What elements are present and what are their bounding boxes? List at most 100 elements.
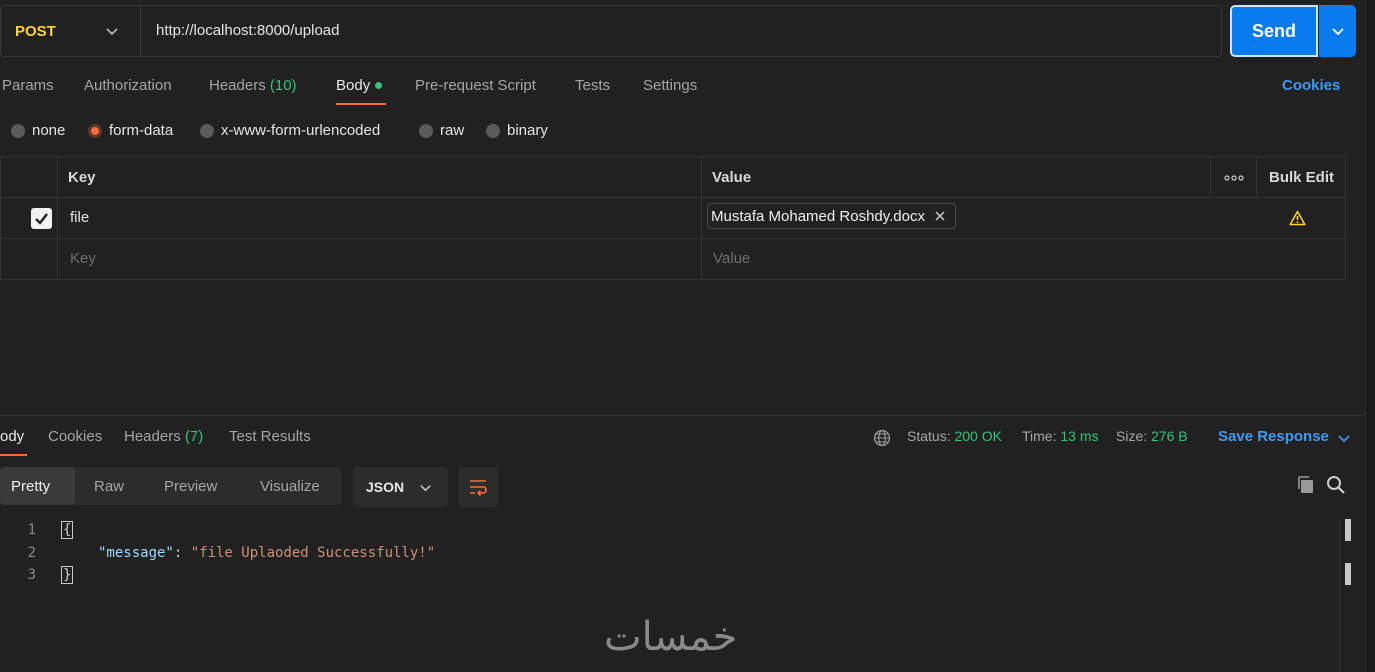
- file-chip[interactable]: Mustafa Mohamed Roshdy.docx: [707, 203, 956, 229]
- radio-indicator: [419, 123, 433, 138]
- save-response-button[interactable]: Save Response: [1218, 428, 1329, 445]
- radio-indicator: [486, 123, 500, 138]
- json-value: "file Uplaoded Successfully!": [190, 545, 436, 561]
- watermark: خمسات: [604, 614, 738, 660]
- method-label: POST: [15, 22, 56, 40]
- status-info: Status: 200 OK: [907, 428, 1002, 444]
- active-tab-indicator: [0, 454, 27, 456]
- close-icon[interactable]: [932, 208, 948, 224]
- value-header: Value: [712, 169, 752, 186]
- row-divider: [1, 238, 1345, 239]
- wrap-lines-icon: [470, 480, 487, 496]
- active-tab-indicator: [336, 103, 386, 105]
- view-mode-selector: Pretty Raw Preview Visualize: [0, 467, 342, 505]
- view-visualize[interactable]: Visualize: [260, 467, 320, 505]
- format-select[interactable]: JSON: [353, 467, 448, 507]
- value-placeholder[interactable]: Value: [713, 250, 750, 267]
- search-icon[interactable]: [1326, 475, 1346, 495]
- response-tab-headers-count: (7): [184, 428, 204, 445]
- line-number: 3: [27, 567, 36, 583]
- response-tab-body[interactable]: ody: [0, 428, 24, 445]
- chevron-down-icon[interactable]: [1337, 431, 1351, 445]
- format-label: JSON: [366, 479, 405, 495]
- copy-icon[interactable]: [1296, 475, 1316, 495]
- form-data-table: Key Value Bulk Edit file Mustafa Mohamed…: [0, 156, 1346, 280]
- tab-authorization[interactable]: Authorization: [84, 77, 172, 94]
- tab-settings[interactable]: Settings: [643, 77, 697, 94]
- radio-label: binary: [507, 122, 548, 139]
- tab-body-label: Body: [336, 77, 371, 94]
- row-divider: [1, 197, 1345, 198]
- send-button[interactable]: Send: [1230, 5, 1318, 57]
- col-divider: [1256, 157, 1257, 197]
- tab-params[interactable]: Params: [2, 77, 54, 94]
- cookies-link[interactable]: Cookies: [1282, 77, 1340, 94]
- tab-headers-count: (10): [269, 77, 297, 94]
- save-response-label: Save Response: [1218, 428, 1329, 445]
- status-label: Status:: [907, 428, 951, 444]
- request-bar: POST http://localhost:8000/upload: [0, 5, 1222, 57]
- time-value: 13 ms: [1060, 428, 1099, 444]
- section-divider: [0, 415, 1365, 416]
- time-info: Time: 13 ms: [1022, 428, 1099, 444]
- tab-tests[interactable]: Tests: [575, 77, 610, 94]
- col-divider: [701, 157, 702, 279]
- chevron-down-icon: [106, 28, 118, 36]
- wrap-lines-button[interactable]: [458, 467, 498, 507]
- status-value: 200 OK: [954, 428, 1002, 444]
- key-placeholder[interactable]: Key: [70, 250, 96, 267]
- response-tab-test-results[interactable]: Test Results: [229, 428, 311, 445]
- tab-pre-request-script[interactable]: Pre-request Script: [415, 77, 536, 94]
- more-options-icon[interactable]: [1224, 175, 1244, 181]
- time-label: Time:: [1022, 428, 1057, 444]
- response-tab-headers[interactable]: Headers (7): [124, 428, 203, 445]
- scrollbar-track: [1339, 518, 1340, 672]
- radio-raw[interactable]: raw: [419, 122, 464, 139]
- warning-icon[interactable]: [1289, 210, 1306, 226]
- url-input[interactable]: http://localhost:8000/upload: [156, 22, 339, 39]
- response-tab-cookies[interactable]: Cookies: [48, 428, 102, 445]
- line-number: 1: [27, 522, 36, 538]
- chevron-down-icon: [420, 484, 431, 491]
- col-divider: [57, 157, 58, 279]
- radio-label: x-www-form-urlencoded: [221, 122, 381, 139]
- json-key: "message": [98, 545, 174, 561]
- globe-icon[interactable]: [873, 429, 891, 447]
- tab-headers[interactable]: Headers (10): [209, 77, 297, 94]
- view-preview[interactable]: Preview: [164, 467, 217, 505]
- radio-indicator: [11, 123, 25, 138]
- json-close-brace: }: [60, 566, 74, 584]
- bulk-edit-button[interactable]: Bulk Edit: [1269, 169, 1334, 186]
- radio-none[interactable]: none: [11, 122, 65, 139]
- radio-label: none: [32, 122, 66, 139]
- scrollbar-thumb[interactable]: [1345, 519, 1351, 541]
- file-name: Mustafa Mohamed Roshdy.docx: [711, 207, 925, 225]
- check-icon: [35, 213, 48, 225]
- view-pretty[interactable]: Pretty: [0, 467, 75, 505]
- view-raw[interactable]: Raw: [94, 467, 124, 505]
- json-colon: :: [173, 545, 191, 561]
- radio-label: form-data: [109, 122, 174, 139]
- size-label: Size:: [1116, 428, 1148, 444]
- col-divider: [1210, 157, 1211, 197]
- size-info: Size: 276 B: [1116, 428, 1188, 444]
- tab-body[interactable]: Body: [336, 77, 383, 94]
- json-line: "message": "file Uplaoded Successfully!": [98, 545, 435, 561]
- response-tab-headers-label: Headers: [124, 428, 181, 445]
- radio-indicator-selected: [88, 123, 102, 138]
- modified-dot: [375, 81, 383, 89]
- row-checkbox[interactable]: [31, 208, 52, 229]
- key-header: Key: [68, 169, 96, 186]
- row-key[interactable]: file: [70, 209, 89, 226]
- radio-x-www-form-urlencoded[interactable]: x-www-form-urlencoded: [200, 122, 380, 139]
- radio-binary[interactable]: binary: [486, 122, 548, 139]
- chevron-down-icon: [1331, 28, 1344, 36]
- tab-headers-label: Headers: [209, 77, 266, 94]
- json-open-brace: {: [60, 521, 74, 539]
- send-options-button[interactable]: [1319, 5, 1356, 57]
- radio-label: raw: [440, 122, 465, 139]
- scrollbar-marker: [1345, 563, 1351, 585]
- method-select[interactable]: POST: [1, 6, 141, 56]
- radio-form-data[interactable]: form-data: [88, 122, 173, 139]
- line-number: 2: [27, 545, 36, 561]
